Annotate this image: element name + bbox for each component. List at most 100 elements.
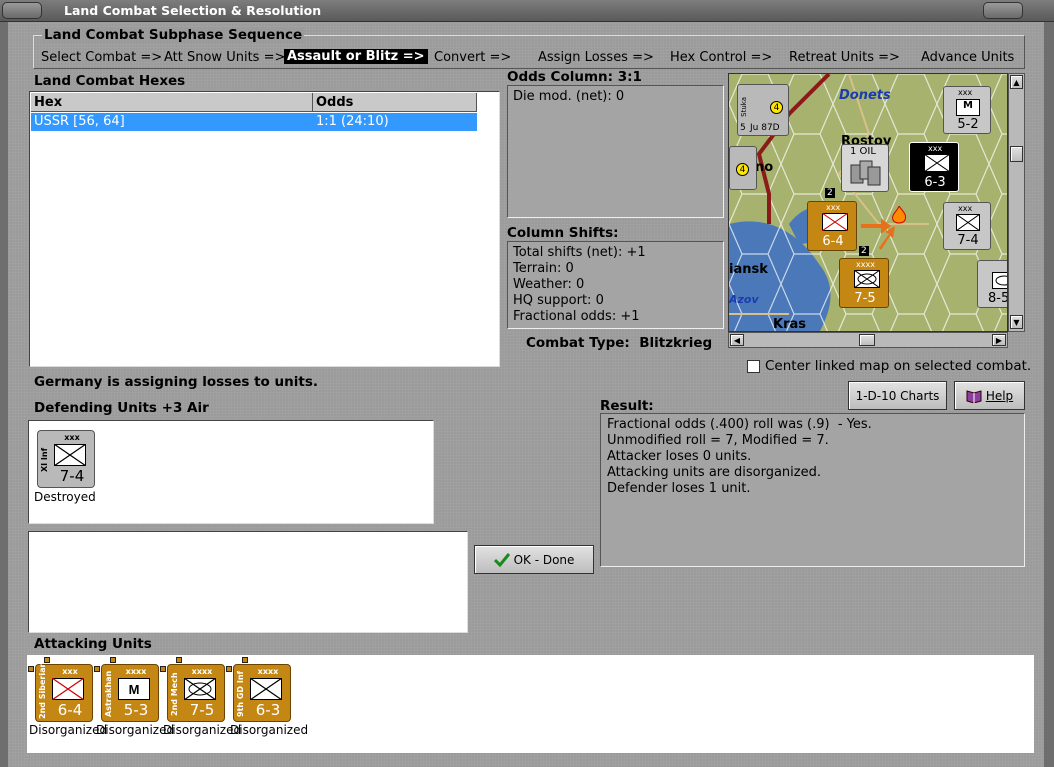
unit-marker	[94, 666, 100, 672]
shift-line: HQ support: 0	[513, 293, 604, 308]
column-shifts-panel: Total shifts (net): +1 Terrain: 0 Weathe…	[507, 241, 724, 329]
unit-name: 2nd Siberian	[38, 661, 47, 719]
counter-size: xxx	[958, 88, 973, 97]
center-map-checkbox[interactable]	[747, 360, 760, 373]
map-label: iansk	[729, 262, 768, 277]
unit-symbol	[53, 443, 87, 467]
result-line: Unmodified roll = 7, Modified = 7.	[607, 433, 829, 448]
combat-type-label: Combat Type: Blitzkrieg	[526, 335, 713, 351]
map-counter[interactable]: xxx 6-3	[909, 142, 959, 192]
map-counter[interactable]: xxxx 7-5	[839, 258, 889, 308]
hexes-title: Land Combat Hexes	[34, 73, 186, 89]
unit-counter[interactable]: 9th GD Inf xxxx 6-3	[233, 664, 291, 722]
counter-strength: 7-4	[957, 233, 979, 248]
attacking-title: Attacking Units	[34, 636, 152, 652]
unit-strength: 6-4	[57, 701, 83, 719]
map-label: Azov	[729, 293, 759, 306]
map-air-unit[interactable]: Stuka 4 5 Ju 87D	[737, 84, 789, 136]
map-label: Kras	[773, 317, 806, 332]
shift-line: Total shifts (net): +1	[513, 245, 646, 260]
combat-fire-icon	[892, 206, 906, 224]
counter-strength: 8-5	[988, 291, 1008, 306]
scroll-down-arrow-icon[interactable]: ▼	[1010, 315, 1023, 329]
odds-cell: 1:1 (24:10)	[316, 114, 389, 129]
linked-map[interactable]: Donets Rostov no iansk Azov Kras Stuka 4…	[728, 73, 1008, 332]
scroll-thumb[interactable]	[859, 334, 875, 346]
shift-line: Weather: 0	[513, 277, 585, 292]
die-mod-text: Die mod. (net): 0	[513, 89, 625, 104]
infantry-symbol-icon	[822, 213, 848, 231]
odds-panel: Die mod. (net): 0	[507, 85, 724, 218]
subphase-step: Convert =>	[434, 50, 512, 65]
unit-marker	[242, 657, 248, 663]
table-row[interactable]: USSR [56, 64] 1:1 (24:10)	[31, 113, 477, 131]
scroll-left-arrow-icon[interactable]: ◀	[730, 334, 744, 346]
result-line: Defender loses 1 unit.	[607, 481, 751, 496]
mountain-symbol-icon: M	[118, 678, 150, 700]
unit-name: 9th GD Inf	[236, 671, 245, 718]
unit-size: xxxx	[257, 667, 279, 676]
minimize-button[interactable]	[983, 2, 1023, 19]
system-menu-button[interactable]	[2, 2, 42, 19]
unit-marker	[110, 657, 116, 663]
column-header-hex[interactable]: Hex	[31, 93, 313, 112]
result-title: Result:	[600, 398, 654, 414]
map-vertical-scrollbar[interactable]: ▲ ▼	[1008, 73, 1025, 332]
column-shifts-title: Column Shifts:	[507, 225, 619, 241]
unit-counter[interactable]: XI Inf xxx 7-4	[37, 430, 95, 488]
unit-counter[interactable]: 2nd Mech xxxx 7-5	[167, 664, 225, 722]
subphase-step: Assign Losses =>	[538, 50, 654, 65]
shift-line: Terrain: 0	[513, 261, 574, 276]
message-panel	[28, 531, 468, 633]
unit-size: xxxx	[191, 667, 213, 676]
subphase-step: Retreat Units =>	[789, 50, 900, 65]
map-counter[interactable]: xxx 7-4	[943, 202, 991, 250]
map-label: Donets	[839, 88, 891, 103]
air-unit-nums: 5	[740, 123, 746, 133]
result-line: Attacker loses 0 units.	[607, 449, 752, 464]
oil-resource[interactable]: 1 OIL	[841, 144, 889, 192]
unit-marker	[160, 666, 166, 672]
mech-symbol-icon	[854, 270, 880, 288]
counter-size: xxx	[958, 204, 973, 213]
map-counter[interactable]: xxx M 5-2	[943, 86, 991, 134]
unit-counter[interactable]: 2nd Siberian xxx 6-4	[35, 661, 93, 722]
unit-symbol	[51, 677, 85, 701]
center-map-label: Center linked map on selected combat.	[765, 358, 1032, 374]
map-counter[interactable]: xxx 6-4	[807, 201, 857, 251]
subphase-step: Advance Units	[921, 50, 1015, 65]
counter-strength: 5-2	[957, 117, 979, 132]
counter-strength: 7-5	[854, 291, 876, 306]
map-counter[interactable]: 8-5	[977, 260, 1008, 308]
status-message: Germany is assigning losses to units.	[34, 374, 318, 390]
map-horizontal-scrollbar[interactable]: ◀ ▶	[728, 332, 1008, 348]
unit-marker	[28, 666, 34, 672]
map-label: no	[755, 160, 774, 175]
column-header-odds[interactable]: Odds	[313, 93, 477, 112]
charts-button[interactable]: 1-D-10 Charts	[848, 381, 947, 410]
map-air-unit-partial[interactable]: 4	[729, 146, 757, 190]
defending-title: Defending Units +3 Air	[34, 400, 209, 416]
attack-arrow-icon	[861, 218, 895, 250]
shift-line: Fractional odds: +1	[513, 309, 640, 324]
result-line: Fractional odds (.400) roll was (.9) - Y…	[607, 417, 872, 432]
unit-size: xxxx	[125, 667, 147, 676]
scroll-right-arrow-icon[interactable]: ▶	[992, 334, 1006, 346]
scroll-thumb[interactable]	[1010, 146, 1023, 162]
unit-status-caption: Disorganized	[230, 723, 309, 737]
infantry-symbol-icon	[924, 154, 950, 172]
armor-symbol-icon	[992, 272, 1007, 289]
help-book-icon	[966, 389, 982, 403]
unit-marker	[226, 666, 232, 672]
scroll-up-arrow-icon[interactable]: ▲	[1010, 75, 1023, 89]
help-button[interactable]: Help	[954, 381, 1025, 410]
unit-marker	[44, 657, 50, 663]
unit-size: xxx	[62, 667, 78, 676]
counter-strength: 6-4	[822, 234, 844, 249]
counter-size: xxx	[928, 144, 943, 153]
unit-strength: 7-5	[189, 701, 215, 719]
unit-counter[interactable]: Astrakhan xxxx M 5-3	[101, 664, 159, 722]
ok-done-button[interactable]: OK - Done	[474, 545, 594, 574]
hexes-list[interactable]: Hex Odds USSR [56, 64] 1:1 (24:10)	[29, 91, 500, 367]
unit-strength: 6-3	[255, 701, 281, 719]
